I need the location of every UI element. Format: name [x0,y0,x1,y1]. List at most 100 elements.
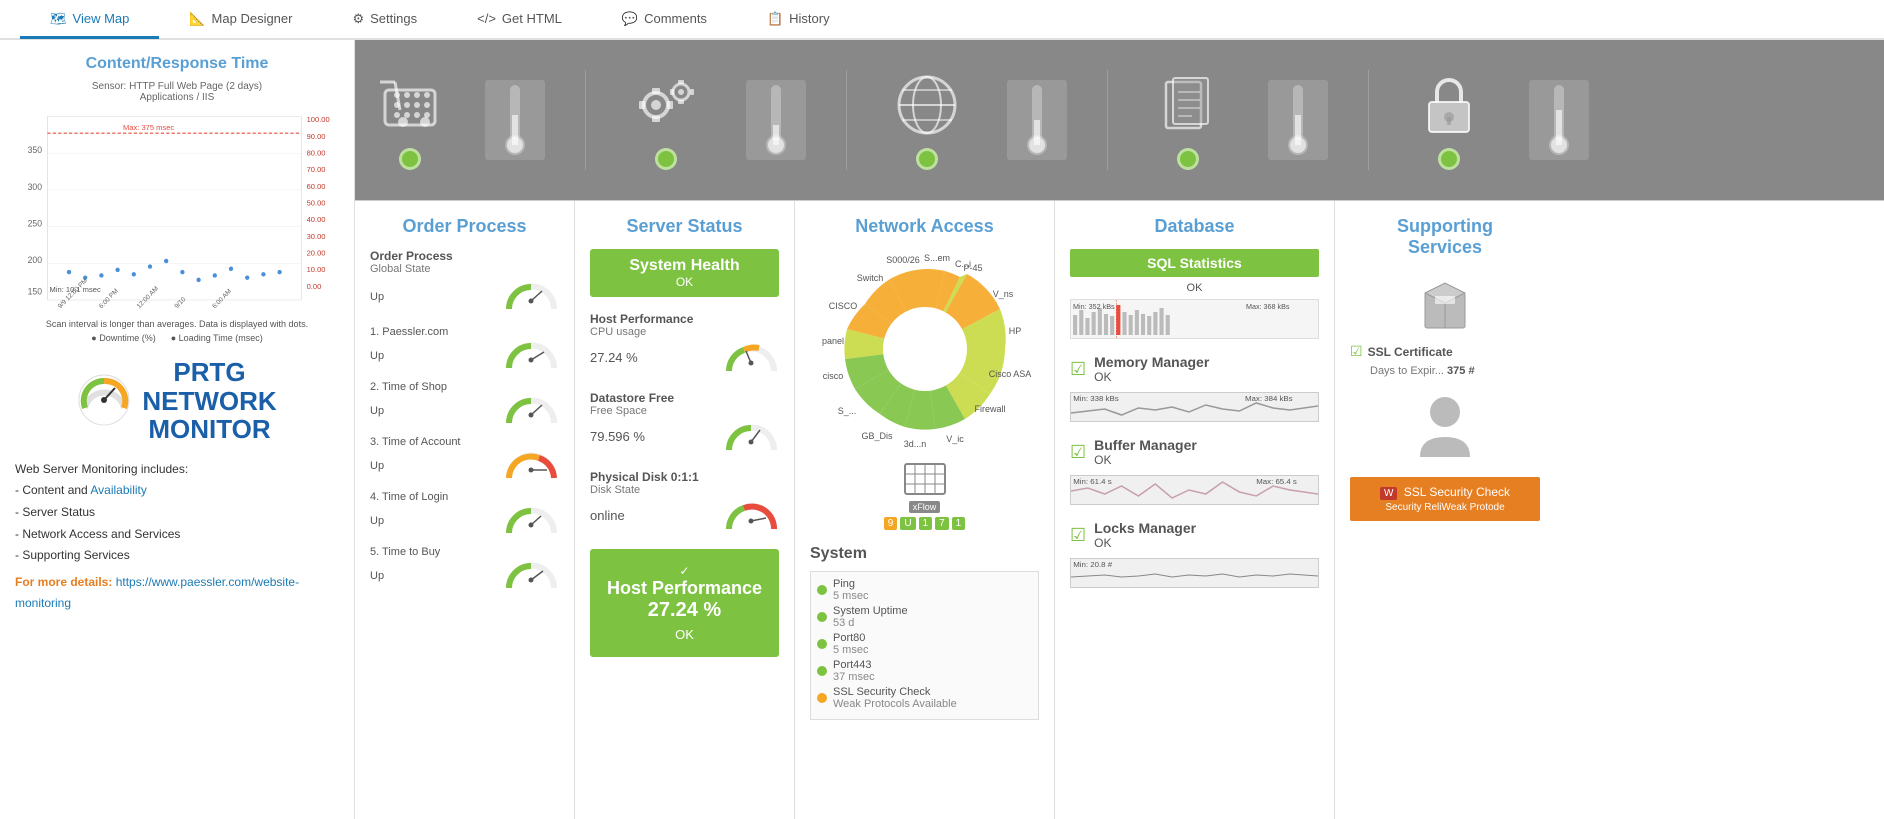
svg-text:Firewall: Firewall [974,404,1005,414]
svg-text:60.00: 60.00 [307,182,326,191]
status-indicator-cart [399,148,421,170]
nav-map-designer[interactable]: 📐 Map Designer [159,1,322,39]
datastore-sub: Free Space [590,405,779,417]
thermometer-3 [1007,80,1067,160]
svg-text:3d...n: 3d...n [903,439,926,449]
system-health-box: System Health OK [590,249,779,297]
icon-bar [355,40,1884,200]
server-status-title: Server Status [590,216,779,237]
memory-checkbox-icon: ☑ [1070,359,1086,380]
ssl-info: SSL Security Check Weak Protocols Availa… [833,686,957,710]
order-item-3: 3. Time of Account Up [370,436,559,483]
gauge-4 [504,503,559,538]
svg-text:250: 250 [28,218,43,228]
check-mark: ✓ [605,564,764,578]
order-items-list: 1. Paessler.com Up 2. Time o [370,326,559,593]
nav-get-html-label: Get HTML [502,11,562,26]
icon-bar-item-gears [626,70,706,170]
locks-manager-status: OK [1094,536,1196,550]
system-health-label: System Health [605,257,764,275]
order-process-title: Order Process [370,216,559,237]
sql-stats-chart: Min: 352 kBs Max: 368 kBs [1070,299,1319,339]
svg-text:C...i: C...i [954,259,970,269]
ssl-security-box: W SSL Security Check Security ReliWeak P… [1350,477,1540,521]
status-indicator-lock [1438,148,1460,170]
nav-history-label: History [789,11,829,26]
divider-3 [1107,70,1108,170]
system-item-ping: Ping 5 msec [817,578,1032,602]
physical-disk-label: Physical Disk 0:1:1 [590,470,779,484]
svg-text:70.00: 70.00 [307,165,326,174]
svg-text:80.00: 80.00 [307,148,326,157]
sql-stats-item: SQL Statistics OK [1070,249,1319,339]
host-perf-box-value: 27.24 % [605,599,764,622]
physical-disk-gauge-row: online [590,496,779,534]
icon-bar-item-pages [1148,70,1228,170]
badge-9: 9 [884,517,898,530]
buffer-manager-info: Buffer Manager OK [1094,437,1197,467]
svg-text:150: 150 [28,286,43,296]
host-performance-gauge-row: 27.24 % [590,338,779,376]
person-icon [1415,392,1475,462]
buffer-checkbox-icon: ☑ [1070,442,1086,463]
host-performance-section: Host Performance CPU usage 27.24 % [590,312,779,376]
warning-badge: W [1380,487,1397,500]
svg-text:CISCO: CISCO [828,301,857,311]
gauge-1 [504,338,559,373]
icon-bar-item-globe [887,70,967,170]
port80-info: Port80 5 msec [833,632,868,656]
physical-disk-section: Physical Disk 0:1:1 Disk State online [590,470,779,534]
chart-title: Content/Response Time [15,55,339,73]
nav-comments[interactable]: 💬 Comments [592,1,737,39]
datastore-gauge-row: 79.596 % [590,417,779,455]
box-icon-container [1350,273,1540,333]
prtg-label: PRTG NETWORK MONITOR [142,358,276,444]
svg-text:HP: HP [1008,326,1021,336]
locks-manager-item: ☑ Locks Manager OK Min: 20.8 # [1070,520,1319,588]
svg-text:200: 200 [28,255,43,265]
nav-view-map[interactable]: 🗺 View Map [20,1,159,39]
host-perf-box-title: Host Performance [605,578,764,599]
more-details-label: For more details: [15,575,116,589]
info-item-4: - Supporting Services [15,545,339,567]
svg-text:40.00: 40.00 [307,215,326,224]
locks-checkbox-icon: ☑ [1070,525,1086,546]
svg-text:50.00: 50.00 [307,198,326,207]
nav-history[interactable]: 📋 History [737,1,860,39]
svg-text:0.00: 0.00 [307,282,322,291]
chart-legend: ● Downtime (%) ● Loading Time (msec) [15,333,339,343]
svg-text:cisco: cisco [822,371,843,381]
content-area: Order Process Order Process Global State… [355,40,1884,819]
cart-icon [375,70,445,140]
svg-text:Switch: Switch [856,273,883,283]
info-title: Web Server Monitoring includes: [15,459,339,481]
global-state-row: Up [370,279,559,314]
nav-settings[interactable]: ⚙ Settings [322,1,447,39]
svg-text:10.00: 10.00 [307,265,326,274]
gauge-5 [504,558,559,593]
svg-text:S000/26: S000/26 [886,255,920,265]
thermometer-4 [1268,80,1328,160]
badge-7: 7 [935,517,949,530]
order-item-1: 1. Paessler.com Up [370,326,559,373]
nav-settings-label: Settings [370,11,417,26]
item4-status: Up [370,515,384,527]
datastore-value: 79.596 % [590,429,716,444]
xflow-row: xFlow [909,501,941,513]
item1-status: Up [370,350,384,362]
item2-status: Up [370,405,384,417]
ssl-security-label: SSL Security Check [1404,485,1510,499]
sidebar: Content/Response Time Sensor: HTTP Full … [0,40,355,819]
network-donut-container: P-45 V_ns HP Cisco ASA Firewall V_ic 3d.… [810,249,1039,449]
ssl-security-row: W SSL Security Check [1358,485,1532,499]
physical-disk-sub: Disk State [590,484,779,496]
svg-text:100.00: 100.00 [307,115,330,124]
physical-disk-value: online [590,508,716,523]
order-process-column: Order Process Order Process Global State… [355,201,575,819]
global-gauge [504,279,559,314]
ping-status-dot [817,585,827,595]
nav-get-html[interactable]: </> Get HTML [447,1,592,39]
item3-status: Up [370,460,384,472]
order-item-5: 5. Time to Buy Up [370,546,559,593]
disk-gauge [724,496,779,534]
